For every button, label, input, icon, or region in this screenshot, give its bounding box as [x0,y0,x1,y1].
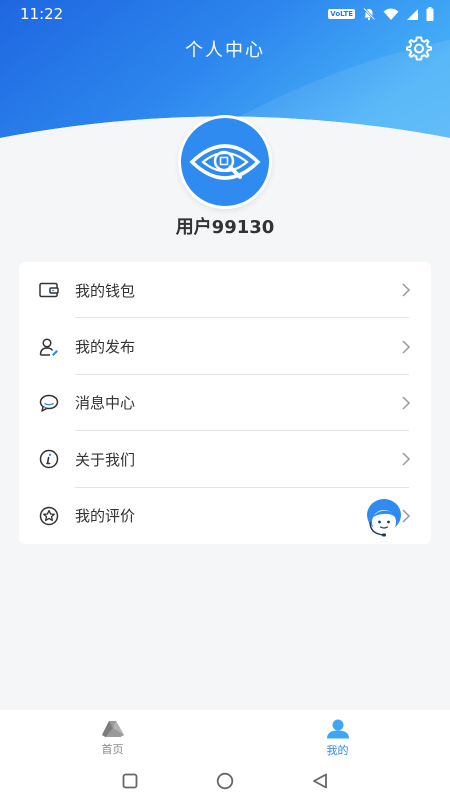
tab-profile[interactable]: 我的 [225,710,450,762]
chat-bubble-icon [38,392,60,414]
menu-item-label: 关于我们 [75,450,136,469]
menu-item-messages[interactable]: 消息中心 [19,375,431,432]
back-button[interactable] [310,771,330,791]
status-time: 11:22 [20,5,64,23]
menu-item-label: 消息中心 [75,394,136,413]
chevron-right-icon [402,283,411,297]
status-bar: 11:22 VoLTE [0,0,450,28]
menu-item-label: 我的发布 [75,338,136,357]
menu-item-wallet[interactable]: 我的钱包 [19,262,431,319]
system-nav-bar [0,762,450,800]
menu-item-label: 我的评价 [75,507,136,526]
customer-service-icon [367,499,401,537]
home-button[interactable] [215,771,235,791]
eye-logo-icon [189,144,261,180]
wallet-icon [38,279,60,301]
avatar[interactable] [178,115,272,209]
page-title: 个人中心 [185,40,265,61]
settings-button[interactable] [406,35,432,61]
battery-icon [426,7,434,21]
tab-label: 首页 [101,742,124,756]
info-icon [38,448,60,470]
chevron-right-icon [402,340,411,354]
menu-item-label: 我的钱包 [75,281,136,300]
chevron-right-icon [402,452,411,466]
tab-home[interactable]: 首页 [0,710,225,762]
recents-button[interactable] [120,771,140,791]
menu-item-about[interactable]: 关于我们 [19,431,431,488]
mute-bell-icon [363,7,376,21]
person-icon [326,719,349,738]
username: 用户99130 [175,217,275,238]
circle-icon [216,772,234,790]
square-icon [122,773,138,789]
volte-badge: VoLTE [328,9,355,19]
tab-label: 我的 [326,743,349,757]
back-triangle-icon [313,773,327,789]
user-publish-icon [38,336,60,358]
menu-item-publish[interactable]: 我的发布 [19,318,431,375]
home-triangle-icon [101,720,124,737]
gear-icon [406,36,432,61]
wifi-icon [383,8,399,20]
chevron-right-icon [402,396,411,410]
star-circle-icon [38,505,60,527]
customer-service-button[interactable] [364,496,404,538]
signal-icon [407,8,418,20]
tab-bar: 首页 我的 [0,710,450,762]
status-icons: VoLTE [328,7,434,21]
